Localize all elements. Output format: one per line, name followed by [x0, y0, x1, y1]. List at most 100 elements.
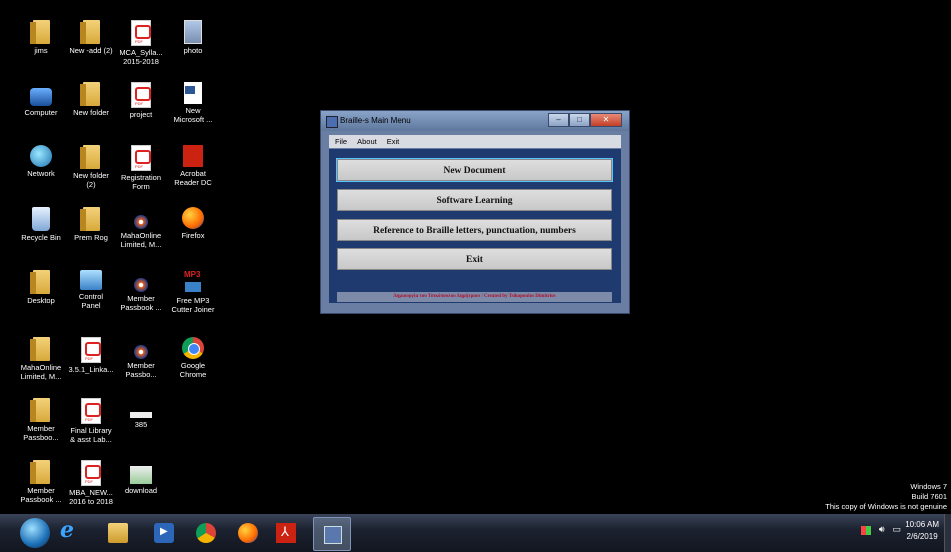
pdf-icon [81, 398, 101, 424]
new-document-button[interactable]: New Document [336, 158, 613, 182]
clock-time: 10:06 AM [905, 520, 939, 529]
system-tray: 🔊︎ ▭ [860, 524, 901, 535]
computer-icon [30, 88, 52, 106]
desktop-icon-acrobat-reader[interactable]: Acrobat Reader DC [164, 145, 222, 187]
acrobat-icon [183, 145, 203, 167]
taskbar-media-player[interactable] [146, 517, 182, 549]
network-tray-icon[interactable]: ▭ [892, 524, 901, 535]
minimize-button[interactable]: – [548, 113, 569, 127]
desktop-icon-label: photo [183, 46, 203, 55]
volume-icon[interactable]: 🔊︎ [879, 524, 885, 535]
taskbar-acrobat-reader[interactable] [268, 517, 304, 549]
desktop-icon-label: Member Passbo... [125, 361, 157, 379]
taskbar-windows-explorer[interactable] [100, 517, 136, 549]
desktop-icon-free-mp3[interactable]: Free MP3 Cutter Joiner [164, 270, 222, 314]
desktop-icon-label: New Microsoft ... [173, 106, 213, 124]
desktop-icon-label: MahaOnline Limited, M... [120, 231, 162, 249]
credit-label: Δημιουργία του Τσικόπουλου Δημήτριου / C… [337, 292, 612, 302]
taskbar [0, 514, 951, 552]
pdf-icon [131, 145, 151, 171]
show-desktop-button[interactable] [944, 514, 951, 552]
desktop-icon-mahaonline[interactable]: MahaOnline Limited, M... [112, 207, 170, 249]
desktop-icon-label: 385 [134, 420, 148, 429]
taskbar-google-chrome[interactable] [188, 517, 224, 549]
desktop-icon-385[interactable]: 385 [112, 398, 170, 429]
title-bar[interactable]: Braille-s Main Menu – □ ✕ [321, 111, 629, 131]
network-icon [30, 145, 52, 167]
chrome-icon [196, 523, 216, 543]
desktop-icon-label: MCA_Sylla... 2015-2018 [119, 48, 163, 66]
folder-icon [79, 20, 100, 44]
watermark-line-genuine: This copy of Windows is not genuine [825, 502, 947, 511]
folder-icon [79, 207, 100, 231]
window-title: Braille-s Main Menu [340, 116, 411, 125]
taskbar-clock[interactable]: 10:06 AM 2/6/2019 [905, 519, 939, 543]
desktop-icon-firefox[interactable]: Firefox [164, 207, 222, 240]
desktop-icon-label: Firefox [181, 231, 205, 240]
image-icon [130, 412, 152, 418]
mahaonline-icon [134, 345, 148, 359]
image-icon [130, 466, 152, 484]
clock-date: 2/6/2019 [906, 532, 938, 541]
folder-icon [29, 270, 50, 294]
window-controls: – □ ✕ [548, 113, 622, 127]
image-icon [184, 20, 202, 44]
firefox-icon [182, 207, 204, 229]
desktop-icon-new-microsoft[interactable]: New Microsoft ... [164, 82, 222, 124]
folder-icon [108, 523, 128, 543]
mahaonline-icon [134, 215, 148, 229]
document-icon [184, 82, 202, 104]
watermark-line-build: Build 7601 [911, 492, 947, 501]
window-client-area: New Document Software Learning Reference… [329, 149, 621, 303]
desktop-icon-member-passbo[interactable]: Member Passbo... [112, 337, 170, 379]
desktop-icon-label: Free MP3 Cutter Joiner [171, 296, 215, 314]
pdf-icon [131, 82, 151, 108]
folder-icon [29, 337, 50, 361]
windows-watermark: Windows 7 Build 7601 This copy of Window… [825, 482, 947, 512]
mp3-icon [182, 270, 204, 294]
folder-icon [29, 20, 50, 44]
media-player-icon [154, 523, 174, 543]
braille-reference-button[interactable]: Reference to Braille letters, punctuatio… [337, 219, 612, 241]
menu-exit[interactable]: Exit [387, 135, 400, 148]
exit-button[interactable]: Exit [337, 248, 612, 270]
menu-file[interactable]: File [335, 135, 347, 148]
desktop-icon-project[interactable]: project [112, 82, 170, 119]
software-learning-button[interactable]: Software Learning [337, 189, 612, 211]
action-center-flag-icon[interactable] [860, 526, 871, 535]
menu-bar: File About Exit [329, 135, 621, 148]
watermark-line-os: Windows 7 [910, 482, 947, 491]
taskbar-braille-app[interactable] [313, 517, 351, 551]
pdf-icon [81, 460, 101, 486]
desktop-icon-label: Acrobat Reader DC [174, 169, 212, 187]
desktop-icon-download[interactable]: download [112, 460, 170, 495]
folder-icon [29, 398, 50, 422]
internet-explorer-icon: e [60, 517, 74, 543]
taskbar-firefox[interactable] [230, 517, 266, 549]
menu-about[interactable]: About [357, 135, 377, 148]
desktop-icon-label: download [124, 486, 158, 495]
control-panel-icon [80, 270, 102, 290]
desktop-icon-label: Member Passbook ... [120, 294, 162, 312]
desktop-icon-member-passbook[interactable]: Member Passbook ... [112, 270, 170, 312]
desktop-icon-label: project [129, 110, 153, 119]
desktop-icon-google-chrome[interactable]: Google Chrome [164, 337, 222, 379]
folder-icon [29, 460, 50, 484]
desktop-icon-mca-syllabus[interactable]: MCA_Sylla... 2015-2018 [112, 20, 170, 66]
pdf-icon [131, 20, 151, 46]
folder-icon [79, 145, 100, 169]
taskbar-internet-explorer[interactable]: e [52, 517, 88, 549]
braille-main-menu-window: Braille-s Main Menu – □ ✕ File About Exi… [320, 110, 630, 314]
app-icon [326, 116, 338, 128]
desktop-icon-label: Registration Form [120, 173, 162, 191]
braille-app-icon [324, 526, 342, 544]
chrome-icon [182, 337, 204, 359]
recycle-bin-icon [32, 207, 50, 231]
maximize-button[interactable]: □ [569, 113, 590, 127]
desktop-icon-registration-form[interactable]: Registration Form [112, 145, 170, 191]
desktop-icon-photo[interactable]: photo [164, 20, 222, 55]
start-button[interactable] [20, 518, 50, 548]
pdf-icon [81, 337, 101, 363]
firefox-icon [238, 523, 258, 543]
close-button[interactable]: ✕ [590, 113, 622, 127]
